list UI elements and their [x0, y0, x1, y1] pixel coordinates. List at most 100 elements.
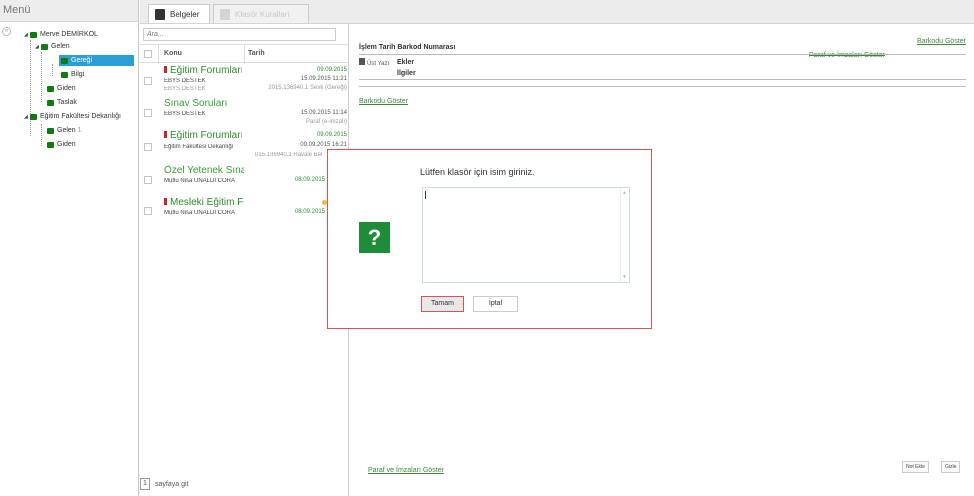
list-item[interactable]: Mesleki Eğitim For Mutlu Nisa ÜNALDI COR…	[140, 196, 349, 226]
page-number-input[interactable]: 1	[140, 478, 150, 490]
folder-icon	[61, 71, 68, 78]
menu-title: Menü	[0, 0, 138, 22]
barkodu-goster-link[interactable]: Barkodu Göster	[359, 98, 408, 105]
ekler-label: Ekler	[397, 59, 415, 66]
flag-icon	[164, 198, 167, 205]
item-sender: Mutlu Nisa ÜNALDI CORA	[164, 178, 236, 184]
item-date: 08.09.2015	[294, 209, 325, 215]
search-input[interactable]	[143, 28, 336, 41]
item-date: 09.09.2015	[316, 67, 347, 73]
row-checkbox[interactable]	[144, 77, 152, 85]
row-checkbox[interactable]	[144, 176, 152, 184]
item-sender: Mutlu Nisa ÜNALDI CORA	[164, 210, 236, 216]
ust-yazi-link[interactable]: Üst Yazı	[359, 58, 389, 67]
tree-label: Bilgi	[71, 71, 85, 78]
scroll-down-icon[interactable]: ▼	[622, 274, 627, 280]
item-title: Özel Yetenek Sınavlı	[164, 165, 244, 176]
tree-label: Gelen	[57, 127, 76, 134]
column-tarih[interactable]: Tarih	[248, 50, 265, 57]
tree-item-fak-giden[interactable]: Giden	[47, 139, 76, 150]
item-title: Mesleki Eğitim For	[164, 197, 244, 208]
row-checkbox[interactable]	[144, 207, 152, 215]
go-to-page-label: sayfaya git	[155, 480, 189, 488]
gizle-button[interactable]: Gizle	[941, 461, 961, 473]
tree-guide	[41, 124, 42, 146]
document-list: Konu Tarih Eğitim Forumları EBYS DESTEK …	[140, 24, 349, 496]
list-item[interactable]: Eğitim Forumları EBYS DESTEK EBYS DESTEK…	[140, 64, 349, 97]
tree-item-taslak[interactable]: Taslak	[47, 97, 77, 108]
tab-bar: Belgeler Klasör Kuralları	[140, 0, 974, 24]
unread-count: 1	[77, 127, 82, 134]
list-item[interactable]: Özel Yetenek Sınavlı Mutlu Nisa ÜNALDI C…	[140, 164, 349, 196]
pagination: 1 sayfaya git	[140, 476, 188, 492]
folder-icon	[47, 99, 54, 106]
tree-label: Merve DEMİRKOL	[40, 31, 98, 38]
flag-icon	[164, 131, 167, 138]
collapse-menu-button[interactable]: «	[2, 27, 11, 36]
tamam-button[interactable]: Tamam	[421, 296, 464, 312]
folder-name-input[interactable]	[422, 187, 630, 283]
column-divider	[244, 45, 245, 64]
item-title: Eğitim Forumları	[164, 65, 242, 76]
tree-item-user[interactable]: ◢ Merve DEMİRKOL	[24, 29, 98, 40]
list-header: Konu Tarih	[140, 44, 349, 64]
book-icon	[155, 8, 165, 20]
divider	[359, 79, 966, 80]
folder-icon	[30, 31, 37, 38]
row-checkbox[interactable]	[144, 109, 152, 117]
tree-item-bilgi[interactable]: Bilgi	[61, 69, 84, 80]
item-sender: EBYS DESTEK	[164, 111, 206, 117]
column-konu[interactable]: Konu	[164, 50, 182, 57]
tree-item-geregi[interactable]: Gereği	[59, 55, 134, 66]
ilgiler-label: İlgiler	[397, 70, 416, 77]
select-all-checkbox[interactable]	[144, 50, 152, 58]
row-checkbox[interactable]	[144, 143, 152, 151]
item-date: 08.09.2015	[294, 177, 325, 183]
divider	[359, 86, 966, 87]
tree-label: Gelen	[51, 43, 70, 50]
item-title: Sınav Soruları	[164, 98, 228, 109]
tree-item-fak-gelen[interactable]: Gelen 1	[47, 125, 82, 136]
folder-icon	[47, 141, 54, 148]
iptal-button[interactable]: İptal	[473, 296, 518, 312]
tree-label: Gereği	[71, 57, 93, 64]
list-item[interactable]: Sınav Soruları EBYS DESTEK 15.09.2015 11…	[140, 97, 349, 129]
divider	[359, 54, 966, 55]
folder-icon	[47, 85, 54, 92]
tree-item-fakulte[interactable]: ◢ Eğitim Fakültesi Dekanlığı	[24, 111, 121, 122]
scroll-up-icon[interactable]: ▲	[622, 190, 627, 196]
tree-guide	[41, 52, 42, 102]
list-item[interactable]: Eğitim Forumları Eğitim Fakültesi Dekanl…	[140, 129, 349, 164]
tree-label: Giden	[57, 141, 76, 148]
tree-label: Giden	[57, 85, 76, 92]
not-ekle-button[interactable]: Not Ekle	[902, 461, 929, 473]
paraf-imza-link-bottom[interactable]: Paraf ve İmzaları Göster	[368, 467, 444, 474]
tab-label: Klasör Kuralları	[235, 9, 290, 19]
item-sender: Eğitim Fakültesi Dekanlığı	[164, 144, 234, 150]
document-icon	[359, 58, 365, 65]
item-status: Paraf (e-imzalı)	[305, 119, 347, 125]
tree-label: Taslak	[57, 99, 77, 106]
item-datetime: 09.09.2015 16:21	[300, 142, 347, 148]
tree-item-gelen[interactable]: ◢ Gelen	[35, 41, 70, 52]
folder-name-dialog: ? Lütfen klasör için isim giriniz. ▲ ▼ T…	[327, 149, 652, 329]
item-datetime: 15.09.2015 11:14	[300, 110, 347, 116]
textarea-scrollbar[interactable]	[620, 188, 629, 282]
column-divider	[158, 45, 159, 64]
tree-guide	[52, 64, 53, 76]
question-icon: ?	[359, 222, 390, 253]
tab-klasor-kurallari[interactable]: Klasör Kuralları	[213, 4, 309, 23]
left-menu: Menü « ◢ Merve DEMİRKOL ◢ Gelen Gereği Bil…	[0, 0, 139, 496]
folder-icon	[30, 113, 37, 120]
item-sender: EBYS DESTEK	[164, 78, 206, 84]
folder-icon	[61, 57, 68, 64]
item-sender-secondary: EBYS DESTEK	[164, 86, 206, 92]
text-caret	[425, 191, 426, 199]
barkodu-goster-link-top[interactable]: Barkodu Göster	[917, 38, 966, 45]
tree-label: Eğitim Fakültesi Dekanlığı	[40, 113, 121, 120]
tree-item-giden[interactable]: Giden	[47, 83, 76, 94]
tab-belgeler[interactable]: Belgeler	[148, 4, 210, 23]
item-date: 09.09.2015	[316, 132, 347, 138]
detail-header: İşlem Tarih Barkod Numarası	[359, 44, 456, 51]
item-datetime: 15.09.2015 11:21	[300, 76, 347, 82]
